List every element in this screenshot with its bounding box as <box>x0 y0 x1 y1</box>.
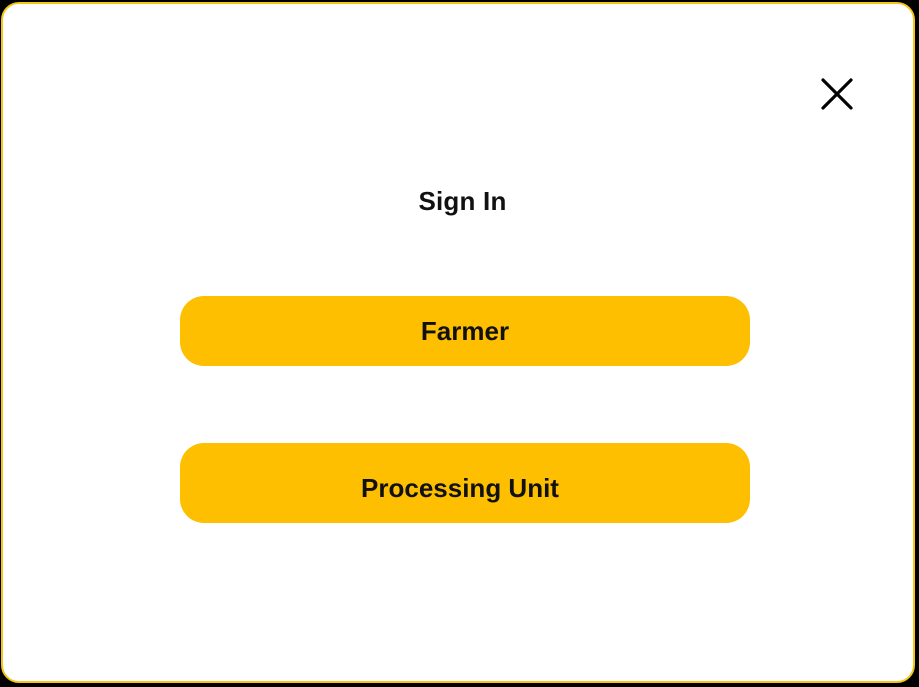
sign-in-dialog: Sign In Farmer Processing Unit <box>1 2 915 683</box>
farmer-button[interactable]: Farmer <box>180 296 750 366</box>
farmer-button-label: Farmer <box>420 315 510 346</box>
close-button[interactable] <box>815 72 859 116</box>
dialog-title: Sign In <box>418 186 507 216</box>
processing-unit-button-label: Processing Unit <box>361 472 559 503</box>
close-icon <box>821 78 853 110</box>
processing-unit-button[interactable]: Processing Unit <box>180 443 750 523</box>
